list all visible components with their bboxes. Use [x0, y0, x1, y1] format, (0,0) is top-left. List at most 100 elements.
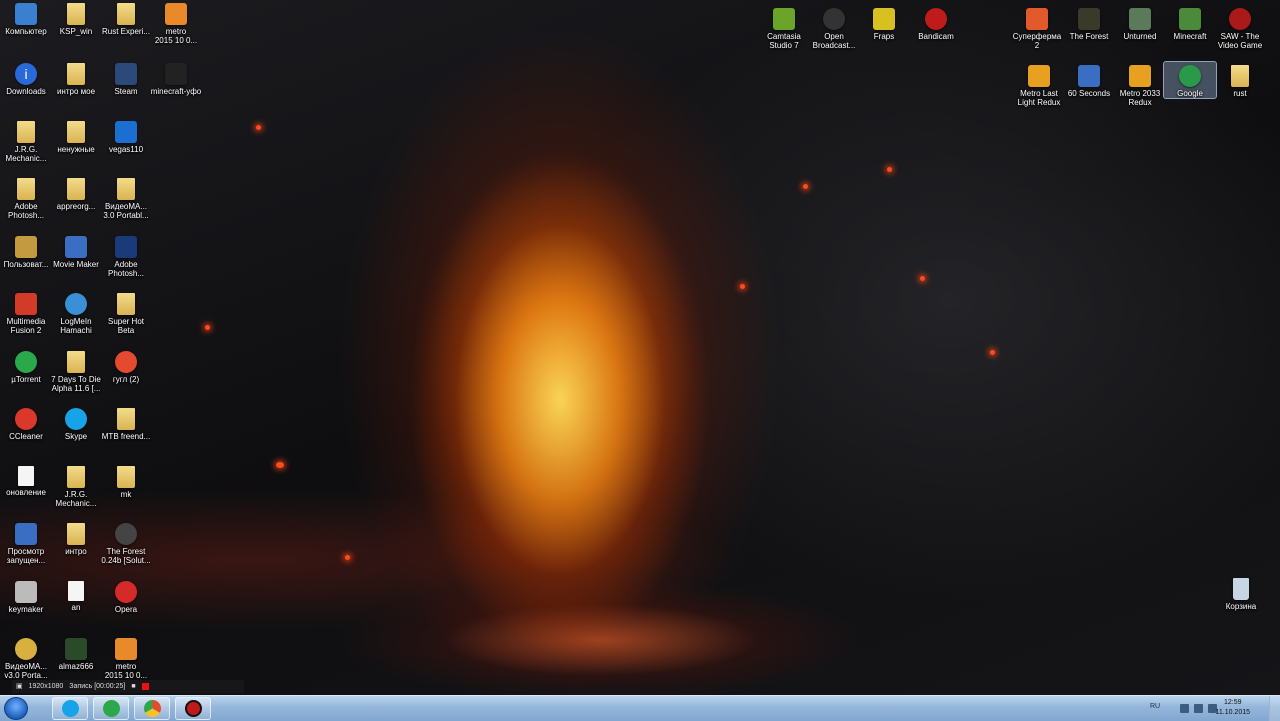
app-icon: [165, 63, 187, 85]
recorder-toolbar[interactable]: ▣ 1920x1080 Запись [00:00:25] ■: [12, 680, 244, 693]
desktop-icon-polzovatel[interactable]: Пользоват...: [0, 233, 52, 269]
desktop-icon-rust-exp[interactable]: Rust Experi...: [100, 0, 152, 36]
ember: [345, 555, 350, 560]
desktop-icon-kompyuter[interactable]: Компьютер: [0, 0, 52, 36]
app-icon: [1028, 65, 1050, 87]
doc-icon: [18, 466, 34, 486]
desktop-icon-metro-bottom[interactable]: metro 2015 10 0...: [100, 635, 152, 680]
desktop-icon-label: Корзина: [1225, 602, 1257, 611]
clock[interactable]: 12:59 11.10.2015: [1215, 698, 1250, 718]
desktop-icon-superhot[interactable]: Super Hot Beta: [100, 290, 152, 335]
desktop-icon-mk[interactable]: mk: [100, 463, 152, 499]
desktop-icon-7days[interactable]: 7 Days To Die Alpha 11.6 [...: [50, 348, 102, 393]
desktop-icon-google-sel[interactable]: Google: [1163, 61, 1217, 99]
round-icon: [823, 8, 845, 30]
desktop-icon-label: интро: [65, 547, 87, 556]
desktop-icon-label: appreorg...: [56, 202, 96, 211]
start-button[interactable]: [4, 697, 28, 720]
desktop-icon-logmein[interactable]: LogMeIn Hamachi: [50, 290, 102, 335]
show-desktop-button[interactable]: [1269, 696, 1280, 721]
desktop-icon-jrg-mech[interactable]: J.R.G. Mechanic...: [0, 118, 52, 163]
taskbar-skype[interactable]: [52, 697, 88, 720]
desktop-icon-vegas110[interactable]: vegas110: [100, 118, 152, 154]
language-indicator[interactable]: RU: [1150, 703, 1160, 710]
desktop-icon-label: Adobe Photosh...: [7, 202, 45, 220]
desktop-icon-superferma[interactable]: Суперферма 2: [1011, 5, 1063, 50]
desktop-icon-metro-top[interactable]: metro 2015 10 0...: [150, 0, 202, 45]
desktop-icon-metro-2033[interactable]: Metro 2033 Redux: [1114, 62, 1166, 107]
desktop-icon-almaz666[interactable]: almaz666: [50, 635, 102, 671]
desktop-icon-adobe-ps2[interactable]: Adobe Photosh...: [100, 233, 152, 278]
taskbar-utorrent[interactable]: [93, 697, 129, 720]
desktop-icon-movie-maker[interactable]: Movie Maker: [50, 233, 102, 269]
desktop-icon-label: Metro 2033 Redux: [1119, 89, 1161, 107]
desktop-icon-label: Camtasia Studio 7: [767, 32, 801, 50]
desktop-icon-korzina[interactable]: Корзина: [1215, 575, 1267, 611]
tray-arrow-icon[interactable]: [1180, 704, 1189, 713]
desktop-icon-prosmotr[interactable]: Просмотр запущен...: [0, 520, 52, 565]
app-icon: [65, 638, 87, 660]
folder-icon: [67, 178, 85, 200]
desktop-icon-rust[interactable]: rust: [1214, 62, 1266, 98]
app-icon: [1129, 8, 1151, 30]
desktop-icon-obnovlenie[interactable]: оновление: [0, 463, 52, 497]
desktop-icon-videomaster-port2[interactable]: ВидеоМА... v3.0 Porta...: [0, 635, 52, 680]
desktop-icon-ksp[interactable]: KSP_win: [50, 0, 102, 36]
desktop-icon-obs[interactable]: Open Broadcast...: [808, 5, 860, 50]
desktop-icon-minecraft[interactable]: Minecraft: [1164, 5, 1216, 41]
record-icon[interactable]: [141, 683, 149, 690]
desktop-icon-adobe-ps1[interactable]: Adobe Photosh...: [0, 175, 52, 220]
desktop-icon-keymaker[interactable]: keymaker: [0, 578, 52, 614]
app-icon: [15, 293, 37, 315]
ember: [920, 276, 925, 281]
desktop-icon-opera[interactable]: Opera: [100, 578, 152, 614]
desktop-icon-downloads[interactable]: i Downloads: [0, 60, 52, 96]
desktop-icon-fraps[interactable]: Fraps: [858, 5, 910, 41]
desktop-icon-camtasia[interactable]: Camtasia Studio 7: [758, 5, 810, 50]
desktop-icon-steam[interactable]: Steam: [100, 60, 152, 96]
desktop-icon-mmf2[interactable]: Multimedia Fusion 2: [0, 290, 52, 335]
desktop-icon-ccleaner[interactable]: CCleaner: [0, 405, 52, 441]
desktop-icon-jrg-mech2[interactable]: J.R.G. Mechanic...: [50, 463, 102, 508]
ember: [205, 325, 210, 330]
recorder-camera-icon[interactable]: ▣: [16, 680, 23, 693]
desktop-icon-an[interactable]: an: [50, 578, 102, 612]
folder-icon: [117, 3, 135, 25]
desktop-icon-saw[interactable]: SAW - The Video Game: [1214, 5, 1266, 50]
chrome-task-icon: [144, 700, 161, 717]
desktop-icon-metro-ll[interactable]: Metro Last Light Redux: [1013, 62, 1065, 107]
desktop-icon-intro[interactable]: интро: [50, 520, 102, 556]
clock-time: 12:59: [1223, 699, 1242, 706]
desktop-icon-label: The Forest: [1069, 32, 1109, 41]
desktop-icon-forest-old[interactable]: The Forest 0.24b [Solut...: [100, 520, 152, 565]
desktop-icon-intro-moe[interactable]: интро мое: [50, 60, 102, 96]
desktop-icon-unturned[interactable]: Unturned: [1114, 5, 1166, 41]
app-icon: [1026, 8, 1048, 30]
desktop-icon-label: an: [71, 603, 81, 612]
network-icon[interactable]: [1194, 704, 1203, 713]
desktop-icon-videomaster-portable[interactable]: ВидеоМА... 3.0 Portabl...: [100, 175, 152, 220]
recorder-stop-icon[interactable]: ■: [131, 680, 135, 693]
desktop-icon-apppeorg[interactable]: appreorg...: [50, 175, 102, 211]
desktop-icon-minecraft-ufo[interactable]: minecraft-уфо: [150, 60, 202, 96]
desktop-icon-skype[interactable]: Skype: [50, 405, 102, 441]
desktop-icon-bandicam[interactable]: Bandicam: [910, 5, 962, 41]
desktop-icon-label: almaz666: [58, 662, 94, 671]
folder-icon: [117, 466, 135, 488]
desktop-icon-utorrent[interactable]: µTorrent: [0, 348, 52, 384]
desktop-icon-the-forest[interactable]: The Forest: [1063, 5, 1115, 41]
desktop-icon-label: mk: [120, 490, 132, 499]
desktop-icon-nenuzhnye[interactable]: ненужные: [50, 118, 102, 154]
folder-icon: [67, 351, 85, 373]
app-icon: [165, 3, 187, 25]
folder-icon: [67, 466, 85, 488]
folder-icon: [67, 523, 85, 545]
desktop-icon-label: Компьютер: [5, 27, 47, 36]
taskbar-bandicam[interactable]: [175, 697, 211, 720]
desktop-icon-60-seconds[interactable]: 60 Seconds: [1063, 62, 1115, 98]
taskbar-chrome[interactable]: [134, 697, 170, 720]
desktop-icon-mtb[interactable]: MTB freend...: [100, 405, 152, 441]
desktop-icon-google2[interactable]: гугл (2): [100, 348, 152, 384]
ember: [276, 462, 284, 468]
desktop-icon-label: MTB freend...: [101, 432, 151, 441]
